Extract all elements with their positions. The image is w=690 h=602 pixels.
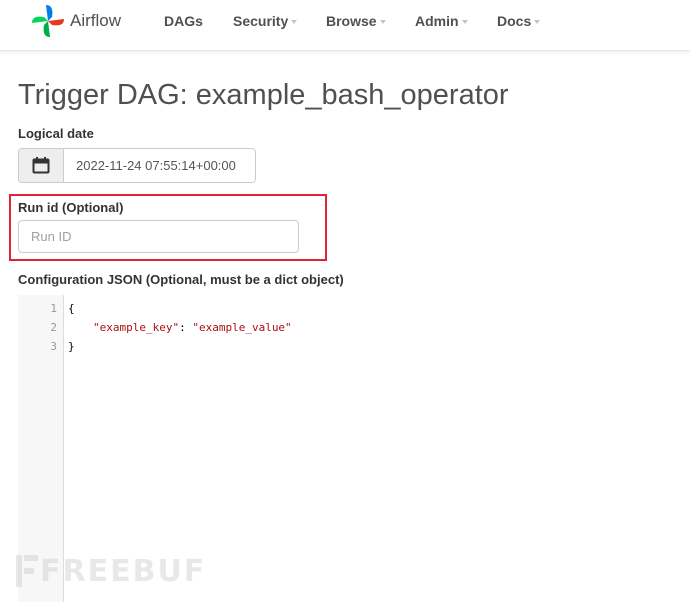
- nav-admin-label: Admin: [415, 13, 459, 29]
- brand[interactable]: Airflow: [30, 3, 121, 39]
- json-value: "example_value": [192, 321, 292, 334]
- nav-admin[interactable]: Admin: [415, 13, 468, 29]
- nav-dags[interactable]: DAGs: [164, 13, 203, 29]
- line-number: 3: [50, 340, 57, 353]
- watermark: FREEBUF: [14, 553, 206, 589]
- logical-date-label: Logical date: [18, 126, 94, 141]
- logical-date-group: [18, 148, 256, 183]
- chevron-down-icon: [461, 20, 468, 24]
- nav-security[interactable]: Security: [233, 13, 298, 29]
- nav-docs[interactable]: Docs: [497, 13, 541, 29]
- code-line: {: [68, 302, 75, 315]
- top-navbar: Airflow DAGs Security Browse Admin Docs: [0, 0, 690, 51]
- brand-name: Airflow: [70, 11, 122, 30]
- json-key: "example_key": [93, 321, 180, 334]
- nav-browse-label: Browse: [326, 13, 377, 29]
- watermark-text: FREEBUF: [40, 553, 207, 589]
- nav-docs-label: Docs: [497, 13, 532, 29]
- calendar-icon: [32, 157, 50, 174]
- run-id-input[interactable]: [18, 220, 299, 253]
- code-line: }: [68, 340, 75, 353]
- nav-browse[interactable]: Browse: [326, 13, 386, 29]
- nav-security-label: Security: [233, 13, 289, 29]
- json-separator: :: [179, 321, 193, 334]
- line-number: 1: [50, 302, 57, 315]
- calendar-button[interactable]: [19, 149, 64, 182]
- nav-dags-label: DAGs: [164, 13, 203, 29]
- chevron-down-icon: [534, 20, 541, 24]
- config-json-label: Configuration JSON (Optional, must be a …: [18, 272, 344, 287]
- page-title: Trigger DAG: example_bash_operator: [18, 79, 509, 111]
- run-id-label: Run id (Optional): [18, 200, 124, 215]
- code-line: "example_key": "example_value": [93, 321, 292, 334]
- chevron-down-icon: [379, 20, 386, 24]
- line-number: 2: [50, 321, 57, 334]
- chevron-down-icon: [291, 20, 298, 24]
- airflow-logo-icon: [32, 5, 64, 37]
- logical-date-input[interactable]: [64, 149, 255, 182]
- freebuf-logo-icon: [16, 555, 38, 587]
